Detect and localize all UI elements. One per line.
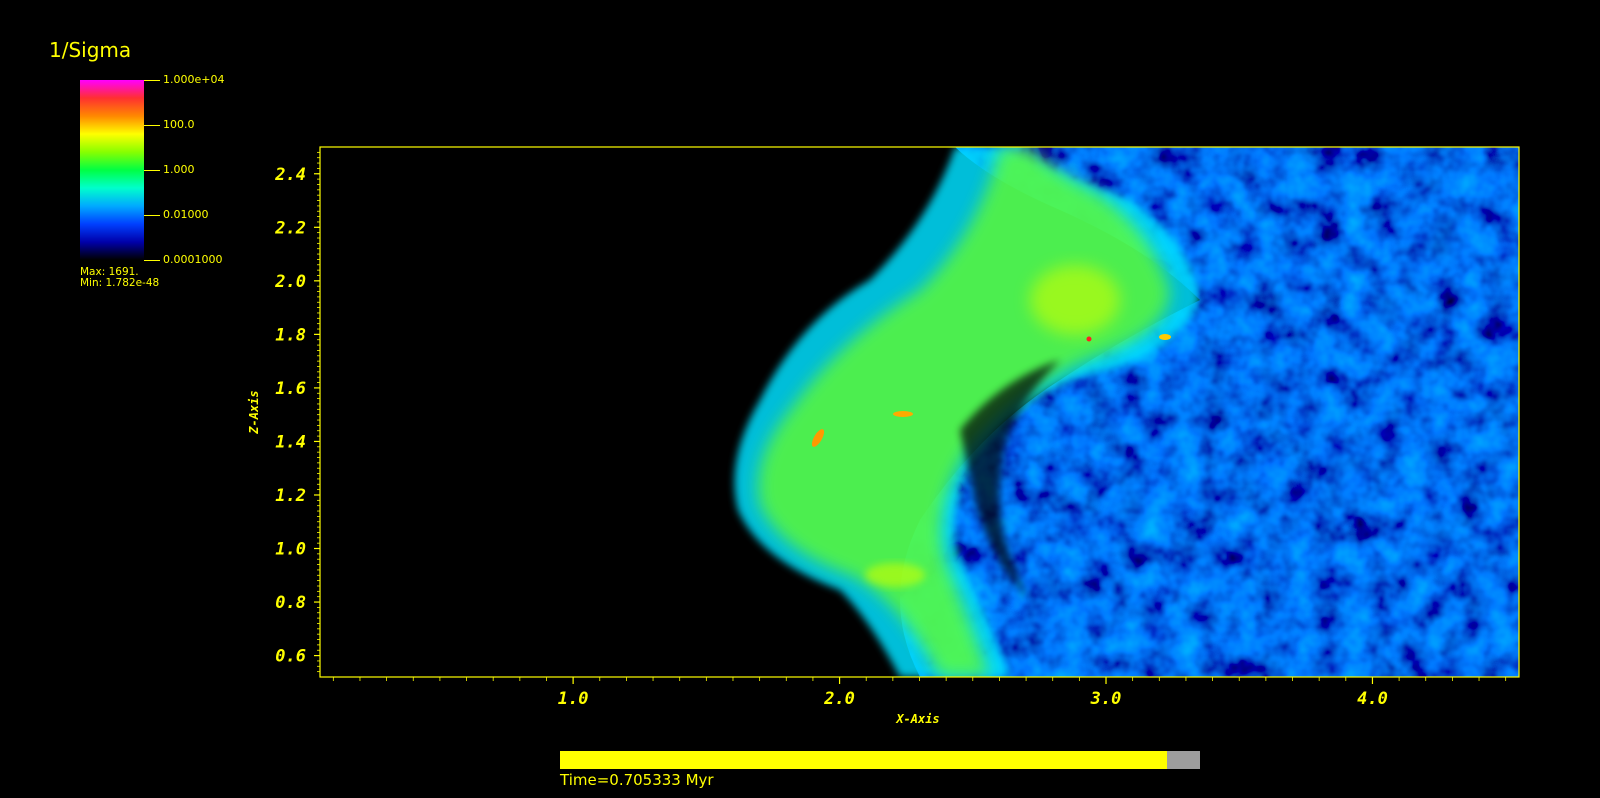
x-axis-title: X-Axis (895, 712, 939, 726)
y-tick-label: 1.6 (275, 379, 306, 399)
y-tick-label: 2.4 (274, 165, 306, 185)
y-tick-label: 1.8 (275, 325, 306, 345)
plot-area: 2.4 2.2 2.0 1.8 1.6 1.4 1.2 1.0 0.8 0.6 1.0 2.0 3.0… (247, 146, 1520, 726)
x-tick-label: 4.0 (1357, 689, 1388, 709)
y-tick-label: 2.2 (274, 218, 306, 238)
y-tick-label: 1.4 (275, 432, 306, 452)
x-tick-label: 2.0 (823, 689, 855, 709)
x-axis: 1.0 2.0 3.0 4.0 (558, 677, 1388, 709)
time-label: Time=0.705333 Myr (560, 771, 714, 789)
y-tick-label: 2.0 (274, 272, 306, 292)
x-tick-label: 3.0 (1090, 689, 1122, 709)
x-tick-label: 1.0 (558, 689, 589, 709)
y-tick-label: 1.2 (275, 486, 306, 506)
time-progress-fill (560, 751, 1167, 769)
y-axis: 2.4 2.2 2.0 1.8 1.6 1.4 1.2 1.0 0.8 0.6 (274, 165, 320, 667)
heatmap-field (320, 147, 1519, 677)
time-progress-bar (560, 751, 1200, 769)
y-tick-label: 1.0 (275, 540, 306, 560)
y-axis-title: Z-Axis (247, 390, 261, 434)
y-tick-label: 0.6 (275, 647, 306, 667)
y-tick-label: 0.8 (275, 593, 306, 613)
